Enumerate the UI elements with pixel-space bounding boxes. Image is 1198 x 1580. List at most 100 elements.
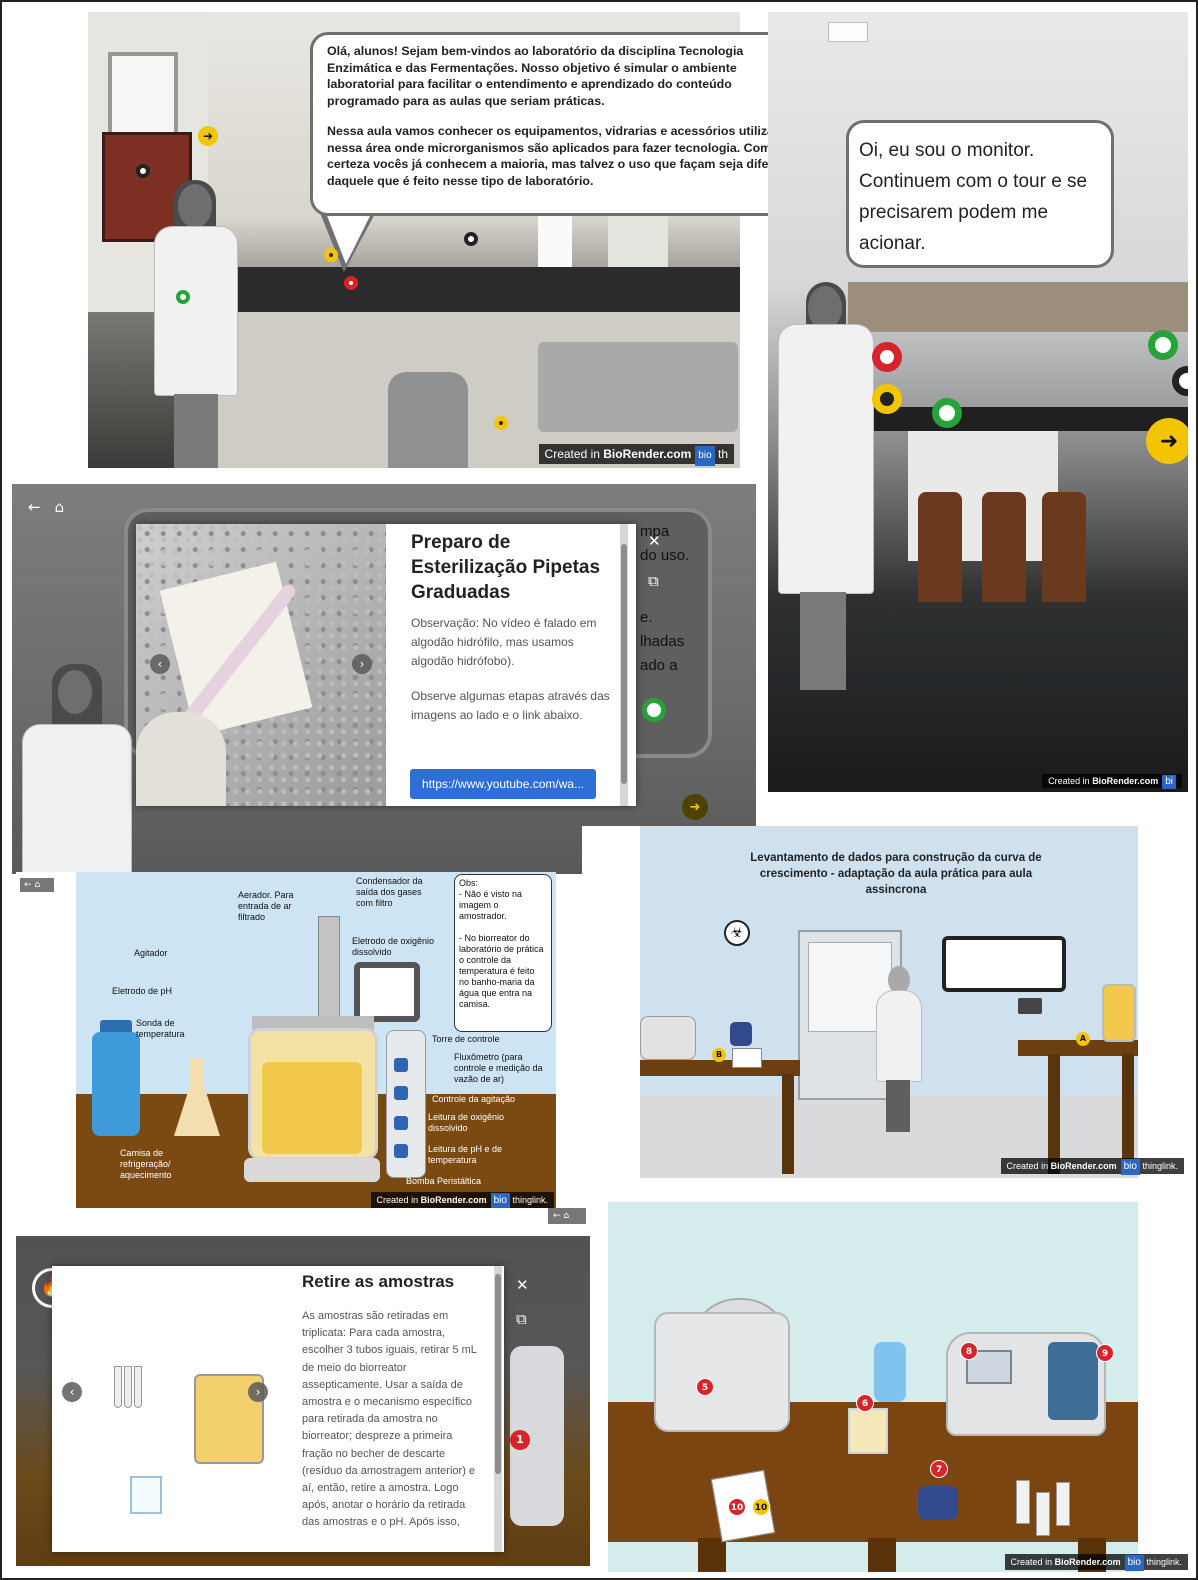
hotspot-monitor-green[interactable] [932, 398, 962, 428]
carousel-prev-button[interactable]: ‹ [62, 1382, 82, 1402]
gloved-hand [136, 712, 226, 806]
reader-view-button[interactable]: ⧉ [648, 572, 659, 590]
spectrophotometer-lid [1048, 1342, 1098, 1420]
hotspot-monitor-yellow[interactable] [872, 384, 902, 414]
control-knob [394, 1116, 408, 1130]
next-arrow-button[interactable]: ➜ [682, 794, 708, 820]
bioreactor-panel: ← ⌂ Aerador. Para entrada de ar filtrado… [16, 872, 556, 1208]
hotspot-cylinder-yellow[interactable] [494, 416, 508, 430]
control-knob [394, 1058, 408, 1072]
panel-nav: ← ⌂ [28, 498, 64, 516]
hotspot-number-7[interactable]: 7 [930, 1460, 948, 1478]
modal-scrollbar[interactable] [494, 1266, 502, 1552]
centrifuge[interactable] [654, 1312, 790, 1432]
label-eletrodo-ph: Eletrodo de pH [112, 986, 173, 996]
hotspot-monitor-red[interactable] [872, 342, 902, 372]
hotspot-background-green[interactable] [642, 698, 666, 722]
label-bomba: Bomba Peristáltica [406, 1176, 482, 1186]
carousel-next-button[interactable]: › [248, 1382, 268, 1402]
media-bottle [92, 1032, 140, 1136]
vortex-mixer[interactable] [730, 1022, 752, 1046]
hotspot-number-6[interactable]: 6 [856, 1394, 874, 1412]
monitor-speech-text: Oi, eu sou o monitor. Continuem com o to… [859, 140, 1088, 254]
next-arrow-button[interactable]: ➜ [1146, 418, 1188, 464]
reader-view-button[interactable]: ⧉ [516, 1310, 527, 1328]
bioreactor-base [244, 1158, 380, 1182]
pipette-photo [136, 524, 386, 806]
label-eletrodo-oxigenio: Eletrodo de oxigênio dissolvido [352, 936, 435, 957]
label-controle-agitacao: Controle da agitação [432, 1094, 516, 1104]
lab-bench-top [848, 407, 1188, 431]
sampling-modal: ‹ › Retire as amostras As amostras são r… [52, 1266, 504, 1552]
carousel-prev-button[interactable]: ‹ [150, 654, 170, 674]
sample-tube [114, 1366, 122, 1408]
hotspot-bench-red[interactable] [344, 276, 358, 290]
hotspot-number-1[interactable]: 1 [510, 1430, 530, 1450]
hotspot-oven[interactable] [136, 164, 150, 178]
welcome-speech-paragraph-2: Nessa aula vamos conhecer os equipamento… [327, 124, 799, 188]
notebook[interactable] [732, 1048, 762, 1068]
hotspot-shelf-green[interactable] [1148, 330, 1178, 360]
hotspot-edge-white[interactable] [1172, 366, 1188, 396]
observation-note: Obs: - Não é visto na imagem o amostrado… [454, 874, 552, 1032]
modal-body: Observação: No vídeo é falado em algodão… [411, 616, 610, 722]
control-screen [354, 962, 420, 1022]
label-leitura-oxigenio: Leitura de oxigênio dissolvido [428, 1112, 505, 1133]
biorender-credit: Created in BioRender.com bio th [538, 444, 734, 466]
control-knob [394, 1086, 408, 1100]
reagent-bottle[interactable] [874, 1342, 906, 1402]
biorender-credit: Created in BioRender.com bio thinglink. [1000, 1158, 1184, 1175]
modal-body: As amostras são retiradas em triplicata:… [302, 1310, 477, 1529]
control-knob [394, 1144, 408, 1158]
hotspot-number-10-yellow[interactable]: 10 [752, 1498, 770, 1516]
sample-tube [124, 1366, 132, 1408]
modal-title: Retire as amostras [302, 1272, 455, 1291]
modal-close-button[interactable]: ✕ [648, 532, 661, 550]
panel-nav[interactable]: ← ⌂ [548, 1208, 586, 1224]
biorender-credit: Created in BioRender.com bi [1042, 774, 1182, 789]
label-torre: Torre de controle [432, 1034, 500, 1044]
hotspot-label-a[interactable]: A [1076, 1032, 1090, 1046]
home-button[interactable]: ⌂ [55, 498, 65, 516]
lab-sink [538, 342, 738, 432]
biohazard-icon: ☣ [724, 920, 750, 946]
hotspot-number-8[interactable]: 8 [960, 1342, 978, 1360]
discard-beaker [130, 1476, 162, 1514]
modal-scrollbar[interactable] [620, 524, 628, 806]
sample-tube [134, 1366, 142, 1408]
culture-medium [262, 1062, 362, 1154]
lab-stool [918, 492, 962, 602]
cuvette[interactable] [1056, 1482, 1070, 1526]
label-leitura-ph: Leitura de pH e de temperatura [428, 1144, 503, 1165]
hotspot-number-5[interactable]: 5 [696, 1378, 714, 1396]
vortex-mixer[interactable] [918, 1486, 958, 1520]
hotspot-number-9[interactable]: 9 [1096, 1344, 1114, 1362]
carousel-next-button[interactable]: › [352, 654, 372, 674]
sampling-panel: 🔥 1 ‹ › Retire as amostras As amostras s… [16, 1236, 590, 1566]
lab-stool [982, 492, 1026, 602]
label-aerador: Aerador. Para entrada de ar filtrado [238, 890, 294, 922]
bioreactor-mini[interactable] [1102, 984, 1136, 1042]
beaker[interactable] [848, 1408, 888, 1454]
panel-nav[interactable]: ← ⌂ [20, 878, 54, 892]
youtube-link-button[interactable]: https://www.youtube.com/wa... [410, 769, 596, 799]
sampling-illustration [62, 1296, 292, 1536]
monitor-speech-bubble: Oi, eu sou o monitor. Continuem com o to… [846, 120, 1114, 268]
hotspot-number-10[interactable]: 10 [728, 1498, 746, 1516]
label-fluxometro: Fluxômetro (para controle e medição da v… [454, 1052, 543, 1084]
hotspot-glassware-yellow[interactable] [324, 248, 338, 262]
cuvette[interactable] [1036, 1492, 1050, 1536]
centrifuge[interactable] [640, 1016, 696, 1060]
gas-cylinder [388, 372, 468, 468]
page-title: Levantamento de dados para construção da… [750, 852, 1042, 896]
next-arrow-button[interactable]: ➜ [198, 126, 218, 146]
hotspot-label-b[interactable]: B [712, 1048, 726, 1062]
hotspot-teacher-green[interactable] [176, 290, 190, 304]
cuvette[interactable] [1016, 1480, 1030, 1524]
whiteboard[interactable] [942, 936, 1066, 992]
hotspot-equipment-white[interactable] [464, 232, 478, 246]
laptop[interactable] [1018, 998, 1042, 1014]
welcome-speech-bubble: Olá, alunos! Sejam bem-vindos ao laborat… [310, 32, 820, 216]
back-button[interactable]: ← [28, 498, 41, 516]
modal-close-button[interactable]: ✕ [516, 1276, 529, 1294]
